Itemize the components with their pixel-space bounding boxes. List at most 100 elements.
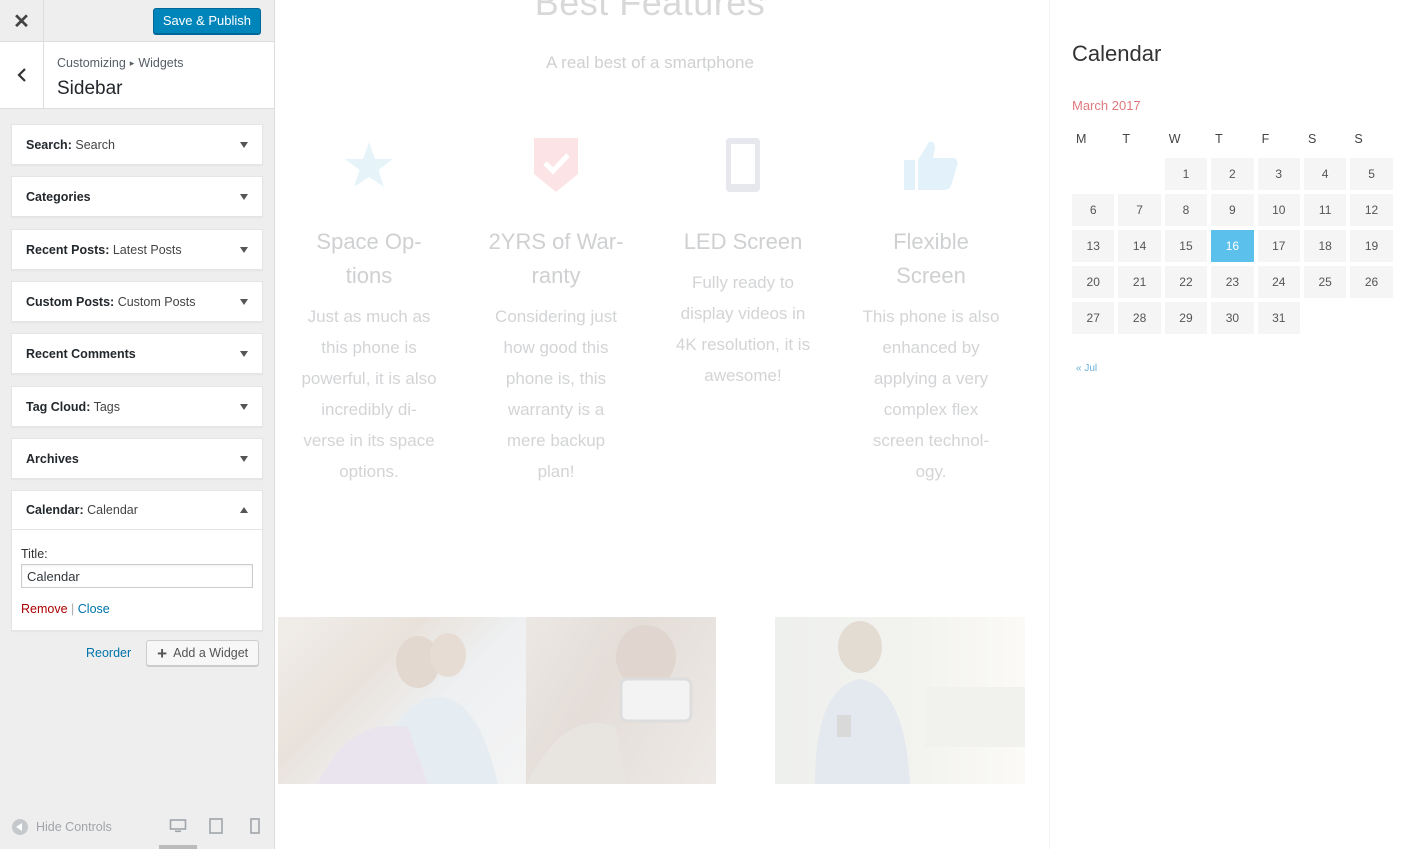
calendar-day: 3 [1257,158,1300,190]
collapse-arrow-icon[interactable] [240,507,248,513]
mobile-preview-icon[interactable] [246,817,264,835]
widget-header[interactable]: Tag Cloud: Tags [12,387,262,426]
expand-arrow-icon[interactable] [240,193,248,200]
plus-icon: + [157,643,168,663]
widget-subtitle: Custom Posts [117,294,196,309]
widget-actions: Remove | Close [21,602,253,616]
widget-recent-comments[interactable]: Recent Comments [11,333,263,374]
calendar-day: 22 [1164,266,1208,298]
site-preview: Best Features A real best of a smartphon… [276,0,1419,849]
widget-name-separator: : [79,503,84,517]
shield-check-icon [471,135,641,195]
widget-tag-cloud[interactable]: Tag Cloud: Tags [11,386,263,427]
widget-list-actions: Reorder + Add a Widget [86,640,260,666]
star-icon [284,135,454,195]
expand-arrow-icon[interactable] [240,246,248,253]
calendar-day: 1 [1164,158,1208,190]
close-link[interactable]: Close [78,602,110,616]
widget-header[interactable]: Recent Comments [12,334,262,373]
calendar-day: 4 [1303,158,1347,190]
calendar-day: 17 [1257,230,1300,262]
widget-header[interactable]: Categories [12,177,262,216]
calendar-day: 7 [1118,194,1161,226]
desktop-preview-icon[interactable] [169,817,187,835]
widget-header[interactable]: Search: Search [12,125,262,164]
widget-name-separator: : [110,294,115,309]
expand-arrow-icon[interactable] [240,298,248,305]
widget-name: Recent Posts [26,242,106,257]
add-widget-label: Add a Widget [173,646,249,660]
expand-arrow-icon[interactable] [240,350,248,357]
hide-controls-button[interactable]: Hide Controls [12,819,112,835]
calendar-day: 28 [1118,302,1161,334]
expand-arrow-icon[interactable] [240,141,248,148]
widget-calendar[interactable]: Calendar: Calendar Title: Remove | Close [11,490,263,631]
widget-name-separator: : [67,137,72,152]
calendar-day: 10 [1257,194,1300,226]
feature-item: LED Screen Fully ready to display videos… [658,135,828,391]
feature-item: Space Op- tions Just as much as this pho… [284,135,454,487]
widget-recent-posts[interactable]: Recent Posts: Latest Posts [11,229,263,270]
calendar-day: 23 [1211,266,1254,298]
weekday: M [1076,132,1087,146]
widget-name: Tag Cloud [26,399,87,414]
calendar-day: 31 [1257,302,1300,334]
feature-title: 2YRS of War- ranty [488,229,624,288]
weekday: T [1215,132,1223,146]
calendar-prev-link[interactable]: « Jul [1076,363,1097,374]
calendar-day: 21 [1118,266,1161,298]
expand-arrow-icon[interactable] [240,455,248,462]
reorder-link[interactable]: Reorder [86,646,131,660]
breadcrumb: Customizing ▸ Widgets [57,56,183,70]
calendar-day: 20 [1072,266,1115,298]
widget-subtitle: Latest Posts [112,242,182,257]
collapse-sidebar-icon [12,819,28,835]
widget-header[interactable]: Calendar: Calendar [12,491,262,530]
calendar-week: 27 28 29 30 31 [1072,302,1397,334]
feature-description: Fully ready to display videos in 4K reso… [675,273,811,385]
calendar-day: 18 [1303,230,1347,262]
back-button[interactable] [0,42,44,108]
close-customizer-button[interactable]: ✕ [0,0,44,42]
photo-friends [278,617,526,784]
calendar-week: 6 7 8 9 10 11 12 [1072,194,1397,226]
widget-header[interactable]: Custom Posts: Custom Posts [12,282,262,321]
calendar-empty-cell [1072,158,1114,190]
weekday: S [1354,132,1363,146]
widget-archives[interactable]: Archives [11,438,263,479]
feature-description: Just as much as this phone is powerful, … [301,307,437,481]
calendar-day: 5 [1350,158,1393,190]
calendar-empty-cell [1304,302,1346,334]
calendar-day: 30 [1211,302,1254,334]
calendar-week: 12345 [1072,158,1397,190]
expand-arrow-icon[interactable] [240,403,248,410]
widget-subtitle: Calendar [87,503,138,517]
title-input[interactable] [21,564,253,588]
save-publish-button[interactable]: Save & Publish [152,8,261,34]
section-header: Customizing ▸ Widgets Sidebar [0,42,274,109]
calendar-week: 20 21 22 23 24 25 26 [1072,266,1397,298]
widget-header[interactable]: Recent Posts: Latest Posts [12,230,262,269]
widget-name: Recent Comments [26,346,136,361]
calendar-day: 14 [1118,230,1161,262]
active-device-indicator [159,845,197,849]
calendar-day-today: 16 [1211,230,1254,262]
widget-header[interactable]: Archives [12,439,262,478]
remove-link[interactable]: Remove [21,602,68,616]
calendar-day: 19 [1350,230,1393,262]
widget-name: Custom Posts [26,294,111,309]
add-widget-button[interactable]: + Add a Widget [146,640,260,666]
calendar-empty-cell [1350,302,1392,334]
calendar-days: 1 2 3 4 5 6 7 8 9 10 11 12 13 14 15 16 17 18 19 20 21 22 23 24 2… [1072,158,1397,334]
calendar-title: Calendar [1072,41,1162,66]
calendar-day: 27 [1072,302,1115,334]
feature-title: LED Screen [683,229,803,254]
widget-search[interactable]: Search: Search [11,124,263,165]
features-heading: Best Features [534,0,766,23]
calendar-day: 26 [1350,266,1393,298]
widget-categories[interactable]: Categories [11,176,263,217]
widget-custom-posts[interactable]: Custom Posts: Custom Posts [11,281,263,322]
tablet-preview-icon[interactable] [207,817,225,835]
title-label: Title: [21,547,48,561]
weekday: S [1307,132,1317,146]
